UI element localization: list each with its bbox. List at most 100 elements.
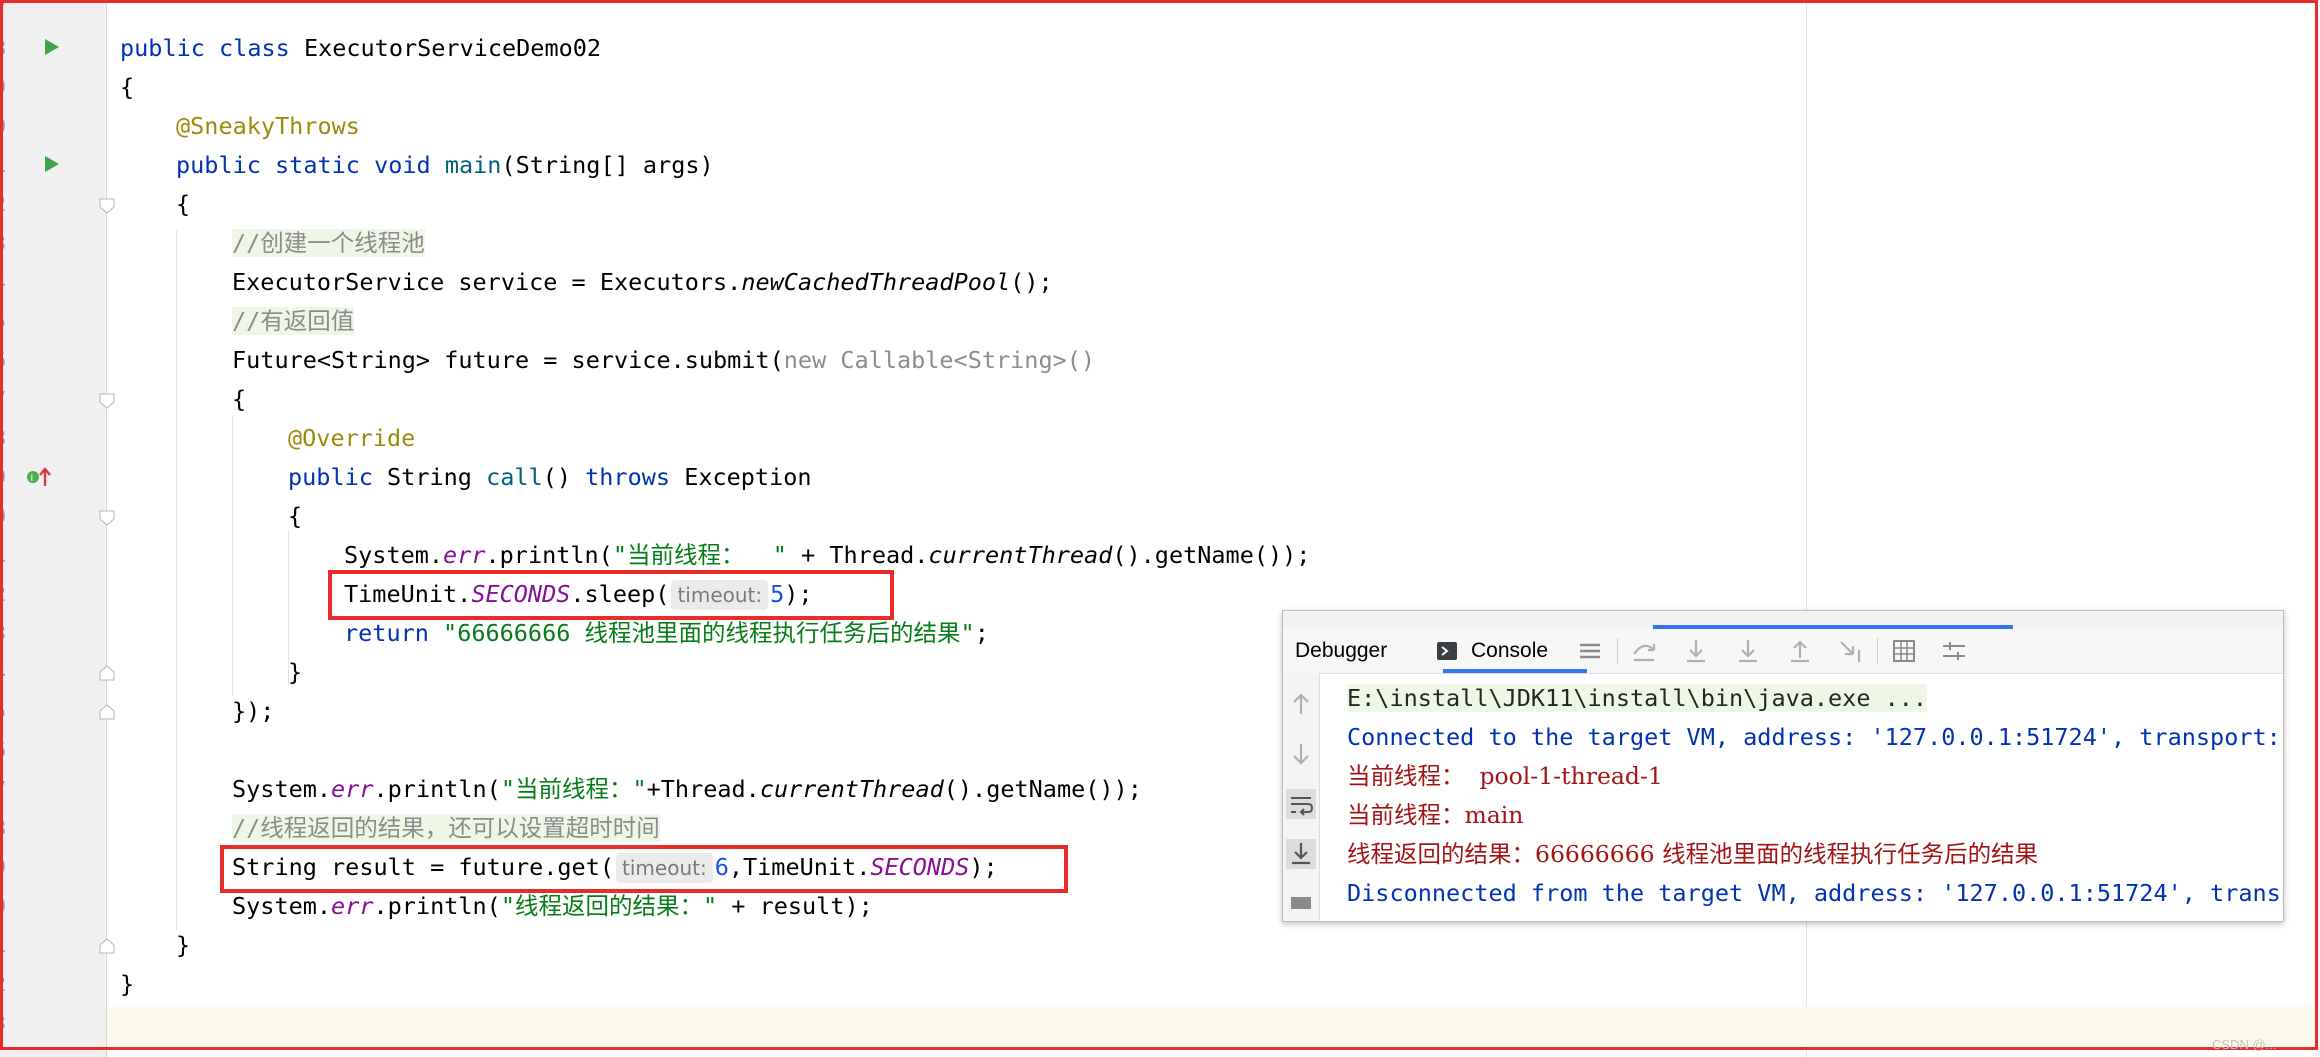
- annotation: @Override: [288, 424, 416, 452]
- code-text: System.: [232, 892, 332, 920]
- up-arrow-icon[interactable]: [1286, 689, 1316, 719]
- code-line[interactable]: {: [288, 497, 302, 536]
- step-over-icon[interactable]: [1629, 636, 1659, 666]
- code-line[interactable]: {: [232, 380, 246, 419]
- fold-marker-icon[interactable]: [99, 938, 115, 954]
- brace: }: [288, 658, 303, 686]
- code-line[interactable]: //线程返回的结果，还可以设置超时时间: [232, 809, 660, 848]
- code-text: System.: [344, 541, 444, 569]
- code-line[interactable]: public static void main(String[] args): [176, 146, 714, 185]
- console-line: 当前线程：main: [1347, 801, 1524, 829]
- keyword: return: [344, 619, 444, 647]
- code-line[interactable]: Future<String> future = service.submit(n…: [232, 341, 1095, 380]
- code-text: +Thread.: [646, 775, 760, 803]
- brace: }: [120, 970, 135, 998]
- code-text: Future<String> future = service.submit(: [232, 346, 784, 374]
- run-arrow-icon[interactable]: [44, 38, 60, 56]
- line-number: 1: [0, 153, 7, 177]
- static-method: newCachedThreadPool: [741, 268, 1011, 296]
- keyword: public class: [120, 34, 304, 62]
- trace-icon[interactable]: [1939, 636, 1969, 666]
- annotation: @SneakyThrows: [176, 112, 360, 140]
- line-number: 5: [0, 309, 7, 333]
- line-number: 8: [0, 426, 7, 450]
- string-literal: "线程返回的结果：": [500, 892, 718, 920]
- folded-lambda-hint: new Callable<String>(): [783, 346, 1096, 374]
- step-out-icon[interactable]: [1785, 636, 1815, 666]
- frames-menu-icon[interactable]: [1575, 636, 1605, 666]
- method-name: main: [444, 151, 502, 179]
- code-line[interactable]: @Override: [288, 419, 415, 458]
- code-line[interactable]: });: [232, 692, 274, 731]
- evaluate-expression-icon[interactable]: [1889, 636, 1919, 666]
- code-text: ().getName());: [943, 775, 1142, 803]
- line-number: 2: [0, 972, 7, 996]
- string-literal: "当前线程： ": [612, 541, 787, 569]
- line-number: 0: [0, 114, 7, 138]
- step-into-icon[interactable]: [1681, 636, 1711, 666]
- code-text: + Thread.: [786, 541, 929, 569]
- tab-console[interactable]: Console: [1471, 629, 1548, 673]
- fold-marker-icon[interactable]: [99, 665, 115, 681]
- line-number: 8: [0, 816, 7, 840]
- method-name: call: [486, 463, 543, 491]
- fold-marker-icon[interactable]: [99, 704, 115, 720]
- tab-debugger[interactable]: Debugger: [1295, 629, 1387, 673]
- keyword: public static void: [176, 151, 445, 179]
- line-number: 8: [0, 36, 7, 60]
- static-method: currentThread: [928, 541, 1113, 569]
- console-text: E:\install\JDK11\install\bin\java.exe ..…: [1347, 684, 1928, 712]
- override-method-icon[interactable]: I: [26, 466, 52, 488]
- code-line[interactable]: System.err.println("当前线程："+Thread.curren…: [232, 770, 1142, 809]
- run-to-cursor-icon[interactable]: [1837, 636, 1867, 666]
- force-step-into-icon[interactable]: [1733, 636, 1763, 666]
- run-arrow-icon[interactable]: [44, 155, 60, 173]
- console-line: Disconnected from the target VM, address…: [1347, 879, 2284, 907]
- debug-toolbar: Debugger Console: [1283, 629, 2283, 674]
- code-line[interactable]: }: [120, 965, 134, 1004]
- code-text: .println(: [485, 541, 613, 569]
- code-line[interactable]: public class ExecutorServiceDemo02: [120, 29, 601, 68]
- code-line[interactable]: @SneakyThrows: [176, 107, 360, 146]
- line-number: 5: [0, 699, 7, 723]
- code-line[interactable]: }: [288, 653, 302, 692]
- debug-tool-window[interactable]: Debugger Console E:\install\JDK11\instal…: [1282, 610, 2284, 922]
- line-number: 9: [0, 465, 7, 489]
- line-number: 0: [0, 504, 7, 528]
- line-number: 7: [0, 387, 7, 411]
- indent-guide: [232, 415, 233, 695]
- static-field: err: [331, 892, 374, 920]
- keyword: throws: [585, 463, 685, 491]
- soft-wrap-icon[interactable]: [1286, 789, 1316, 819]
- line-number: 2: [0, 582, 7, 606]
- brace: {: [288, 502, 303, 530]
- scroll-to-end-icon[interactable]: [1286, 839, 1316, 869]
- code-line[interactable]: //有返回值: [232, 302, 355, 341]
- class-name: ExecutorServiceDemo02: [303, 34, 602, 62]
- console-line: 线程返回的结果：66666666 线程池里面的线程执行任务后的结果: [1347, 840, 2039, 868]
- toolbar-separator: [1877, 638, 1878, 664]
- down-arrow-icon[interactable]: [1286, 739, 1316, 769]
- code-text: ;: [974, 619, 989, 647]
- console-line: 当前线程： pool-1-thread-1: [1347, 762, 1663, 790]
- line-number: 7: [0, 777, 7, 801]
- watermark: CSDN @...: [2212, 1037, 2277, 1052]
- code-line[interactable]: {: [120, 68, 134, 107]
- current-line-highlight: [107, 1007, 2317, 1046]
- fold-marker-icon[interactable]: [99, 198, 115, 214]
- brace: {: [176, 190, 191, 218]
- fold-marker-icon[interactable]: [99, 510, 115, 526]
- fold-marker-icon[interactable]: [99, 393, 115, 409]
- code-text: (String[] args): [501, 151, 714, 179]
- code-line[interactable]: ExecutorService service = Executors.newC…: [232, 263, 1053, 302]
- code-line[interactable]: }: [176, 926, 190, 965]
- code-line[interactable]: public String call() throws Exception: [288, 458, 812, 497]
- code-text: .println(: [373, 892, 501, 920]
- comment: //有返回值: [232, 307, 355, 335]
- code-line[interactable]: //创建一个线程池: [232, 224, 425, 263]
- line-number: 6: [0, 738, 7, 762]
- code-line[interactable]: {: [176, 185, 190, 224]
- static-field: err: [443, 541, 486, 569]
- print-icon[interactable]: [1286, 887, 1316, 917]
- code-text: System.: [232, 775, 332, 803]
